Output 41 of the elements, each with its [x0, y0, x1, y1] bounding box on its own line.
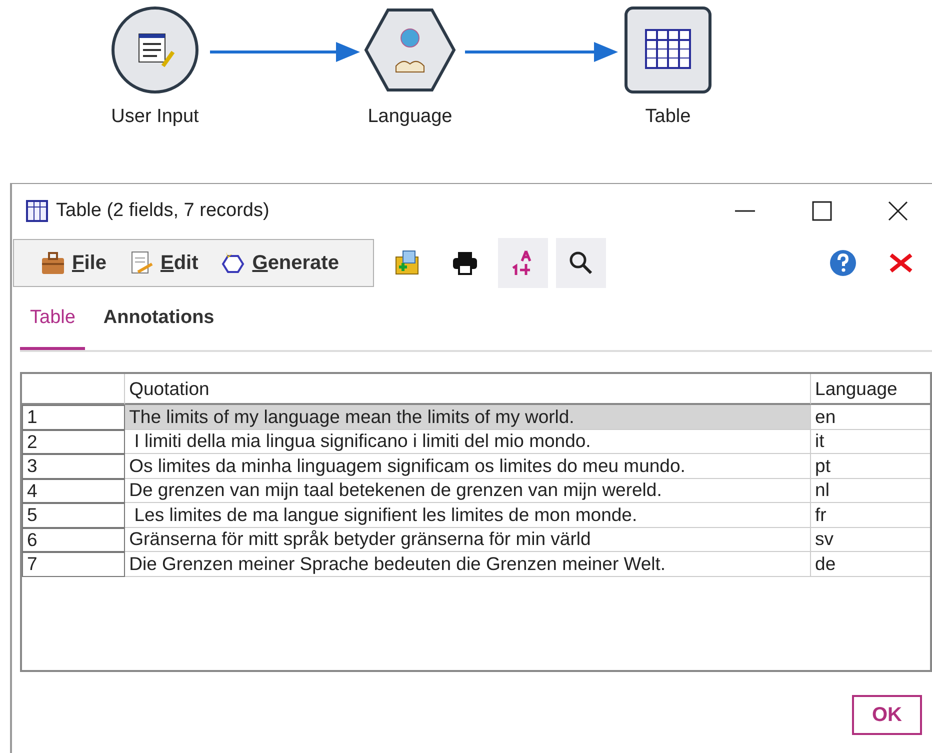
node-label: User Input [111, 106, 199, 128]
node-label: Language [368, 106, 452, 128]
tab[interactable]: Table [20, 302, 86, 350]
row-number[interactable]: 7 [22, 552, 126, 576]
input-node-icon[interactable] [109, 4, 201, 96]
table-cell[interactable]: De grenzen van mijn taal betekenen de grenzen van mijn wereld. [125, 478, 812, 503]
table-cell[interactable]: Les limites de ma langue signifient les limites de mon monde. [125, 503, 812, 528]
menu-button[interactable]: File [36, 248, 110, 278]
table-cell[interactable]: pt [811, 454, 930, 478]
row-number[interactable]: 6 [22, 528, 126, 552]
maximize-icon[interactable] [811, 200, 833, 222]
ok-button[interactable]: OK [852, 695, 922, 735]
node-label: Table [645, 106, 691, 128]
column-header[interactable]: Language [811, 374, 930, 405]
menu-button[interactable]: Edit [124, 248, 202, 278]
table-cell[interactable]: nl [811, 478, 930, 503]
briefcase-icon [40, 250, 66, 276]
window-title: Table (2 fields, 7 records) [56, 200, 270, 222]
row-number[interactable]: 2 [22, 430, 126, 454]
table-cell[interactable]: Die Grenzen meiner Sprache bedeuten die Grenzen meiner Welt. [125, 552, 812, 576]
table-icon [26, 200, 48, 222]
row-number[interactable]: 3 [22, 454, 126, 478]
table-cell[interactable]: en [811, 405, 930, 430]
menu-button[interactable]: Generate [216, 248, 343, 278]
close-icon[interactable] [887, 200, 909, 222]
row-number[interactable]: 1 [22, 405, 126, 430]
table-cell[interactable]: Gränserna för mitt språk betyder gränserna för min värld [125, 528, 812, 552]
tab[interactable]: Annotations [93, 302, 224, 350]
search-icon[interactable] [556, 238, 606, 288]
table-cell[interactable]: fr [811, 503, 930, 528]
table-cell[interactable]: Os limites da minha linguagem significam os limites do meu mundo. [125, 454, 812, 478]
table-cell[interactable]: sv [811, 528, 930, 552]
row-number[interactable]: 4 [22, 478, 126, 503]
table-cell[interactable]: it [811, 430, 930, 454]
table-cell[interactable]: The limits of my language mean the limits of my world. [125, 405, 812, 430]
sort-icon[interactable] [498, 238, 548, 288]
table-cell[interactable]: de [811, 552, 930, 576]
row-number[interactable]: 5 [22, 503, 126, 528]
table-node-icon[interactable] [622, 4, 714, 96]
table-cell[interactable]: I limiti della mia lingua significano i limiti del mio mondo. [125, 430, 812, 454]
hexagon-sparkle-icon [220, 250, 246, 276]
